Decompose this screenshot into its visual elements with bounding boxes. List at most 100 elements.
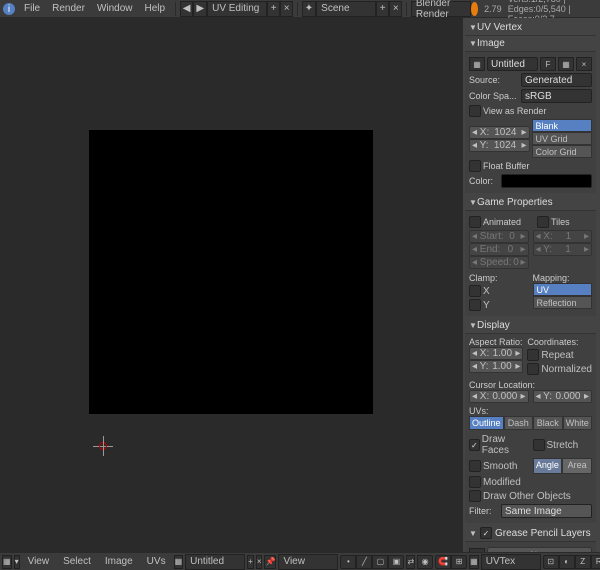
- repeat-check[interactable]: [527, 349, 539, 361]
- select-island-icon[interactable]: ▣: [388, 555, 404, 569]
- uv-layer-icon[interactable]: ▦: [469, 555, 479, 569]
- editor-type-icon[interactable]: ▦: [2, 555, 12, 569]
- top-menu-bar: i File Render Window Help ◀ ▶ UV Editing…: [0, 0, 600, 18]
- layout-del-icon[interactable]: ×: [280, 1, 293, 17]
- view-as-render-check[interactable]: [469, 105, 481, 117]
- panel-gp-header[interactable]: ▼ Grease Pencil Layers: [465, 525, 596, 542]
- clamp-x-check[interactable]: [469, 285, 481, 297]
- image-name-field[interactable]: Untitled: [487, 57, 538, 71]
- stretch-area[interactable]: Area: [562, 458, 592, 474]
- normalized-check[interactable]: [527, 363, 539, 375]
- panel-image-body: ▦ Untitled F ▦ × Source: Generated Color…: [465, 52, 596, 193]
- gp-enable-check[interactable]: [480, 527, 492, 539]
- uvmode-black[interactable]: Black: [533, 416, 562, 430]
- uvmode-dash[interactable]: Dash: [504, 416, 533, 430]
- properties-panel: ▼ UV Vertex ▼ Image ▦ Untitled F ▦ × Sou…: [462, 18, 600, 552]
- snap-type-icon[interactable]: ⊞: [451, 555, 467, 569]
- tiles-check[interactable]: [537, 216, 549, 228]
- scene-dropdown[interactable]: Scene: [316, 1, 376, 17]
- filter-dropdown[interactable]: Same Image: [501, 504, 592, 518]
- panel-image-header[interactable]: ▼ Image: [465, 36, 596, 52]
- image-canvas[interactable]: [89, 130, 373, 414]
- 2d-cursor-icon[interactable]: [93, 436, 113, 456]
- snap-icon[interactable]: 🧲: [435, 555, 451, 569]
- stretch-angle[interactable]: Angle: [533, 458, 563, 474]
- gen-x-field[interactable]: ◂ X:1024▸: [469, 126, 530, 139]
- layout-next-icon[interactable]: ▶: [193, 1, 207, 17]
- gen-type-blank[interactable]: Blank: [532, 119, 593, 132]
- menu-view[interactable]: View: [22, 554, 56, 569]
- color-swatch[interactable]: [501, 174, 592, 188]
- gp-new-button[interactable]: New: [487, 547, 592, 552]
- select-face-icon[interactable]: ▢: [372, 555, 388, 569]
- colorspace-label: Color Spa...: [469, 91, 519, 101]
- pivot-icon[interactable]: ◉: [417, 555, 433, 569]
- sync-select-icon[interactable]: ⇄: [406, 555, 415, 569]
- pin-icon[interactable]: 📌: [264, 555, 276, 569]
- uvmode-outline[interactable]: Outline: [469, 416, 504, 430]
- render-engine-dropdown[interactable]: Blender Render: [411, 1, 471, 17]
- gp-browse-icon[interactable]: ▦: [469, 548, 485, 552]
- zbuf-icon[interactable]: Z: [575, 555, 591, 569]
- image-browse-icon[interactable]: ▦: [469, 57, 485, 71]
- layout-add-icon[interactable]: +: [267, 1, 280, 17]
- uv-image-editor[interactable]: [0, 18, 462, 552]
- smooth-check[interactable]: [469, 460, 481, 472]
- image-browse-icon[interactable]: ▦: [174, 555, 184, 569]
- aspect-y-field[interactable]: ◂ Y:1.00▸: [469, 360, 523, 373]
- panel-game-header[interactable]: ▼ Game Properties: [465, 195, 596, 211]
- scene-icon[interactable]: ✦: [302, 1, 316, 17]
- mapping-reflection[interactable]: Reflection: [533, 296, 593, 309]
- menu-window[interactable]: Window: [91, 1, 139, 16]
- menu-select[interactable]: Select: [57, 554, 97, 569]
- gen-y-field[interactable]: ◂ Y:1024▸: [469, 139, 530, 152]
- image-name-dropdown[interactable]: Untitled: [185, 554, 245, 570]
- source-dropdown[interactable]: Generated: [521, 73, 592, 87]
- layout-prev-icon[interactable]: ◀: [180, 1, 194, 17]
- r-icon[interactable]: R: [591, 555, 600, 569]
- alpha-icon[interactable]: ◐: [559, 555, 575, 569]
- image-unlink-icon[interactable]: ×: [256, 555, 263, 569]
- screen-layout-dropdown[interactable]: UV Editing: [207, 1, 267, 17]
- modified-check[interactable]: [469, 476, 481, 488]
- svg-text:i: i: [8, 4, 10, 15]
- cursor-y-field[interactable]: ◂ Y:0.000▸: [533, 390, 593, 403]
- panel-gp-body: ▦ New New Layer: [465, 542, 596, 552]
- aspect-x-field[interactable]: ◂ X:1.00▸: [469, 347, 523, 360]
- draw-other-check[interactable]: [469, 490, 481, 502]
- select-vertex-icon[interactable]: •: [340, 555, 356, 569]
- animated-check[interactable]: [469, 216, 481, 228]
- stretch-check[interactable]: [533, 439, 545, 451]
- menu-uvs[interactable]: UVs: [141, 554, 172, 569]
- colorspace-dropdown[interactable]: sRGB: [521, 89, 592, 103]
- color-label: Color:: [469, 176, 499, 186]
- menu-file[interactable]: File: [18, 1, 46, 16]
- uvtex-dropdown[interactable]: UVTex: [481, 554, 541, 570]
- info-editor-icon[interactable]: i: [2, 1, 16, 17]
- scene-add-icon[interactable]: +: [376, 1, 389, 17]
- mode-dropdown[interactable]: View: [278, 554, 338, 570]
- mapping-uv[interactable]: UV Coordinates: [533, 283, 593, 296]
- panel-display-body: Aspect Ratio: ◂ X:1.00▸ ◂ Y:1.00▸ Coordi…: [465, 334, 596, 523]
- float-buffer-check[interactable]: [469, 160, 481, 172]
- scene-del-icon[interactable]: ×: [389, 1, 402, 17]
- image-add-icon[interactable]: +: [247, 555, 254, 569]
- collapse-icon: ▼: [469, 529, 477, 538]
- select-edge-icon[interactable]: ╱: [356, 555, 372, 569]
- collapse-menus-icon[interactable]: ▾: [14, 555, 20, 569]
- menu-image[interactable]: Image: [99, 554, 139, 569]
- image-unlink-icon[interactable]: ×: [576, 57, 592, 71]
- menu-help[interactable]: Help: [139, 1, 172, 16]
- menu-render[interactable]: Render: [46, 1, 91, 16]
- panel-uv-vertex-header[interactable]: ▼ UV Vertex: [465, 20, 596, 36]
- uvmode-white[interactable]: White: [563, 416, 592, 430]
- channel-icon[interactable]: ⊡: [543, 555, 559, 569]
- cursor-x-field[interactable]: ◂ X:0.000▸: [469, 390, 529, 403]
- panel-display-header[interactable]: ▼ Display: [465, 318, 596, 334]
- clamp-y-check[interactable]: [469, 299, 481, 311]
- gen-type-colorgrid[interactable]: Color Grid: [532, 145, 593, 158]
- image-new-icon[interactable]: ▦: [558, 57, 574, 71]
- fake-user-btn[interactable]: F: [540, 57, 556, 71]
- draw-faces-check[interactable]: [469, 439, 480, 451]
- gen-type-uvgrid[interactable]: UV Grid: [532, 132, 593, 145]
